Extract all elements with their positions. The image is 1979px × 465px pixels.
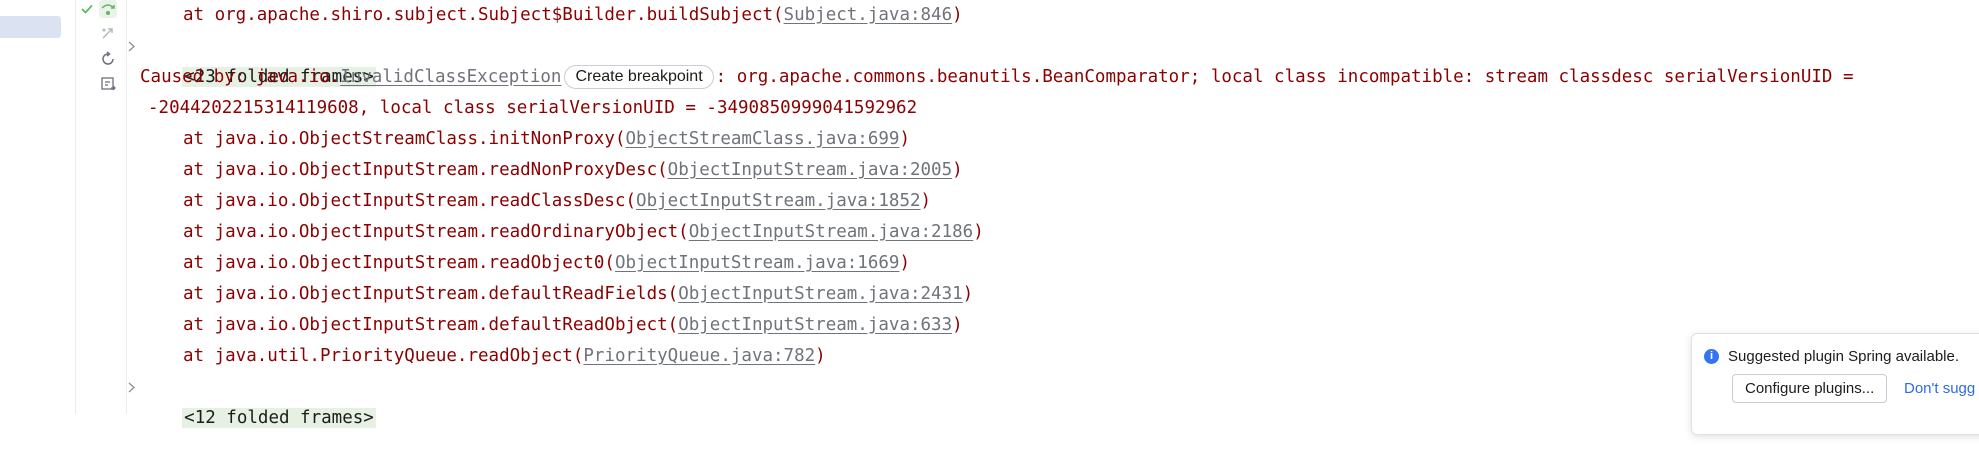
stack-frame: at java.io.ObjectInputStream.readNonProx… <box>126 155 963 186</box>
frame-suffix: ) <box>973 222 984 242</box>
source-link[interactable]: Subject.java:846 <box>784 5 953 25</box>
dont-suggest-link[interactable]: Don't sugg <box>1904 380 1975 397</box>
folded-frames-row[interactable]: <12 folded frames> <box>128 372 376 428</box>
notification-message: Suggested plugin Spring available. <box>1728 348 1959 365</box>
configure-plugins-button[interactable]: Configure plugins... <box>1732 374 1888 403</box>
source-link[interactable]: PriorityQueue.java:782 <box>583 346 815 366</box>
step-disabled-icon <box>99 24 117 42</box>
plugin-suggestion-notification: i Suggested plugin Spring available. Con… <box>1691 333 1979 435</box>
stack-frame: at java.io.ObjectInputStream.readObject0… <box>126 248 910 279</box>
info-icon: i <box>1704 349 1719 364</box>
stack-frame: at java.io.ObjectStreamClass.initNonProx… <box>126 124 910 155</box>
exception-link[interactable]: InvalidClassException <box>340 67 561 87</box>
frame-text: at java.io.ObjectInputStream.readClassDe… <box>183 191 637 211</box>
stack-frame: at java.util.PriorityQueue.readObject(Pr… <box>126 341 826 372</box>
frame-suffix: ) <box>952 5 963 25</box>
restore-layout-icon[interactable] <box>99 50 117 68</box>
exception-message-cont: -2044202215314119608, local class serial… <box>148 93 917 124</box>
frame-text: at java.io.ObjectInputStream.readNonProx… <box>183 160 668 180</box>
source-link[interactable]: ObjectInputStream.java:2005 <box>668 160 952 180</box>
frame-suffix: ) <box>920 191 932 211</box>
caused-by-line: Caused by: java.io.InvalidClassException… <box>140 62 1854 93</box>
frame-suffix: ) <box>899 129 910 149</box>
source-link[interactable]: ObjectInputStream.java:1852 <box>636 191 920 211</box>
stack-frame: at org.apache.shiro.subject.Subject$Buil… <box>126 0 963 31</box>
source-link[interactable]: ObjectInputStream.java:2186 <box>689 222 973 242</box>
frame-suffix: ) <box>952 160 963 180</box>
frame-text: at java.io.ObjectInputStream.defaultRead… <box>183 315 679 335</box>
folded-frames-label[interactable]: <12 folded frames> <box>182 408 376 428</box>
frame-text: at java.util.PriorityQueue.readObject( <box>183 346 584 366</box>
frame-suffix: ) <box>815 346 826 366</box>
source-link[interactable]: ObjectStreamClass.java:699 <box>626 129 900 149</box>
frame-text: at org.apache.shiro.subject.Subject$Buil… <box>183 5 784 25</box>
frame-text: at java.io.ObjectInputStream.readOrdinar… <box>183 222 689 242</box>
stack-frame: at java.io.ObjectInputStream.defaultRead… <box>126 310 963 341</box>
source-link[interactable]: ObjectInputStream.java:2431 <box>678 284 962 304</box>
frame-suffix: ) <box>962 284 974 304</box>
step-over-icon[interactable] <box>99 0 117 18</box>
frame-text: at java.io.ObjectInputStream.defaultRead… <box>183 284 679 304</box>
folded-frames-row[interactable]: <23 folded frames> <box>128 31 376 87</box>
exception-message-2: -2044202215314119608, local class serial… <box>148 98 918 118</box>
frame-suffix: ) <box>952 315 963 335</box>
chevron-right-icon[interactable] <box>126 41 137 52</box>
export-icon[interactable] <box>99 75 117 93</box>
check-icon[interactable] <box>78 0 96 18</box>
source-link[interactable]: ObjectInputStream.java:633 <box>678 315 952 335</box>
stack-frame: at java.io.ObjectInputStream.readClassDe… <box>126 186 931 217</box>
caused-by-prefix: Caused by: java.io. <box>140 67 341 87</box>
selected-frame-highlight[interactable] <box>0 16 61 38</box>
create-breakpoint-button[interactable]: Create breakpoint <box>564 65 714 89</box>
frame-text: at java.io.ObjectInputStream.readObject0… <box>183 253 615 273</box>
frame-suffix: ) <box>899 253 911 273</box>
frame-text: at java.io.ObjectStreamClass.initNonProx… <box>183 129 626 149</box>
exception-message: : org.apache.commons.beanutils.BeanCompa… <box>715 67 1854 87</box>
chevron-right-icon[interactable] <box>126 382 137 393</box>
stack-frame: at java.io.ObjectInputStream.readOrdinar… <box>126 217 984 248</box>
stack-frame: at java.io.ObjectInputStream.defaultRead… <box>126 279 973 310</box>
source-link[interactable]: ObjectInputStream.java:1669 <box>615 253 899 273</box>
left-tool-strip <box>0 0 76 414</box>
